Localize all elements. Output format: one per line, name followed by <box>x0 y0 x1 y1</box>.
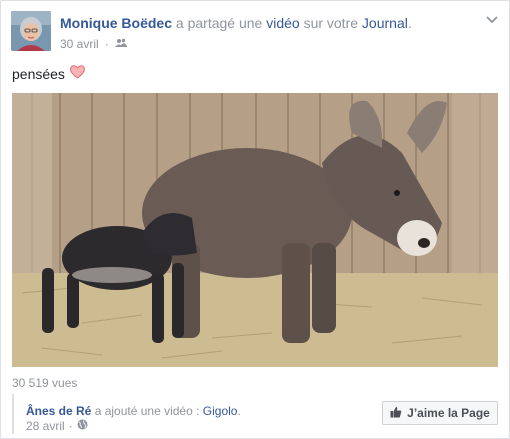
feed-post: Monique Boëdec a partagé une vidéo sur v… <box>0 0 510 439</box>
shared-text: a partagé une <box>175 15 263 31</box>
page-name-link[interactable]: Ânes de Ré <box>26 404 91 418</box>
author-name-link[interactable]: Monique Boëdec <box>60 15 172 31</box>
header-punct: . <box>407 15 412 31</box>
friends-icon[interactable] <box>114 37 127 51</box>
journal-link[interactable]: Journal <box>362 15 408 31</box>
attribution-punct: . <box>237 404 241 418</box>
attribution-date[interactable]: 28 avril <box>26 419 65 433</box>
post-date[interactable]: 30 avril <box>60 37 99 51</box>
attribution-meta: 28 avril · <box>26 419 88 433</box>
video-attribution: Ânes de Ré a ajouté une vidéo : Gigolo. … <box>12 394 502 434</box>
video-title-link[interactable]: Gigolo <box>203 404 238 418</box>
like-page-label: J’aime la Page <box>407 406 490 420</box>
dot-separator: · <box>68 419 73 433</box>
post-meta: 30 avril · <box>60 37 127 51</box>
author-avatar[interactable] <box>11 11 51 51</box>
chevron-down-icon[interactable] <box>483 11 501 29</box>
on-text: sur votre <box>303 15 359 31</box>
post-caption: pensées <box>12 65 85 82</box>
thumbs-up-icon <box>390 406 402 421</box>
like-page-button[interactable]: J’aime la Page <box>382 401 498 425</box>
attribution-action: a ajouté une vidéo : <box>94 404 200 418</box>
attribution-line: Ânes de Ré a ajouté une vidéo : Gigolo. <box>26 404 241 418</box>
caption-text: pensées <box>12 65 65 82</box>
dot-separator: · <box>104 37 109 51</box>
video-player[interactable] <box>12 93 498 367</box>
globe-icon[interactable] <box>77 419 88 433</box>
video-link[interactable]: vidéo <box>266 15 299 31</box>
heart-icon <box>69 65 85 82</box>
view-count: 30 519 vues <box>12 376 78 390</box>
post-header: Monique Boëdec a partagé une vidéo sur v… <box>60 15 412 31</box>
